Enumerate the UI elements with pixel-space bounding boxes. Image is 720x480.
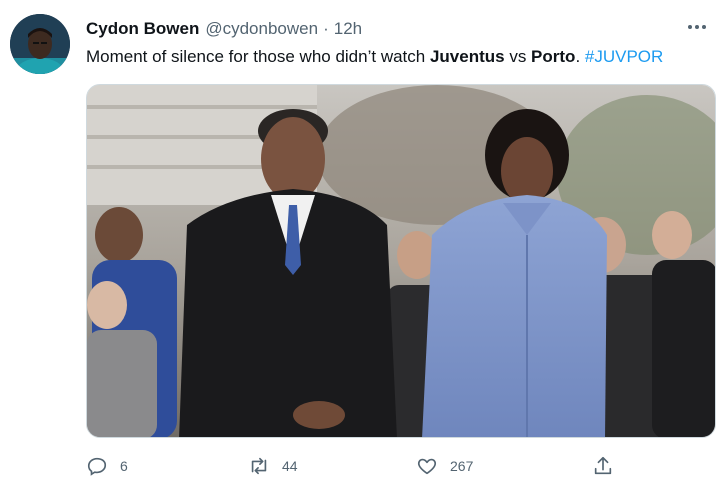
- header-separator: ·: [323, 19, 329, 38]
- like-count: 267: [450, 458, 474, 474]
- tweet-photo[interactable]: [86, 84, 716, 438]
- like-button[interactable]: 267: [416, 452, 473, 480]
- hashtag-link[interactable]: #JUVPOR: [585, 47, 663, 66]
- author-name[interactable]: Cydon Bowen: [86, 19, 199, 39]
- share-icon: [594, 456, 612, 475]
- heart-icon: [417, 458, 437, 475]
- tweet-actions: 6 44 267: [86, 452, 646, 480]
- reply-button[interactable]: 6: [86, 452, 128, 480]
- author-handle[interactable]: @cydonbowen: [205, 19, 318, 39]
- reply-count: 6: [120, 458, 128, 474]
- tweet-text-team1: Juventus: [429, 47, 505, 66]
- more-icon[interactable]: [684, 14, 710, 40]
- tweet-header: Cydon Bowen @cydonbowen · 12h: [86, 19, 362, 43]
- tweet-text-team2: Porto: [531, 47, 576, 66]
- tweet-text-period: .: [575, 47, 585, 66]
- tweet[interactable]: Cydon Bowen @cydonbowen · 12h Moment of …: [0, 0, 720, 480]
- share-button[interactable]: [592, 452, 626, 480]
- retweet-button[interactable]: 44: [248, 452, 298, 480]
- retweet-icon: [251, 457, 267, 475]
- tweet-text-vs: vs: [504, 47, 532, 66]
- tweet-text: Moment of silence for those who didn’t w…: [86, 45, 663, 69]
- avatar[interactable]: [10, 14, 70, 74]
- reply-icon: [87, 457, 107, 476]
- retweet-count: 44: [282, 458, 298, 474]
- tweet-text-intro: Moment of silence for those who didn’t w…: [86, 47, 430, 66]
- tweet-timestamp[interactable]: 12h: [334, 19, 362, 39]
